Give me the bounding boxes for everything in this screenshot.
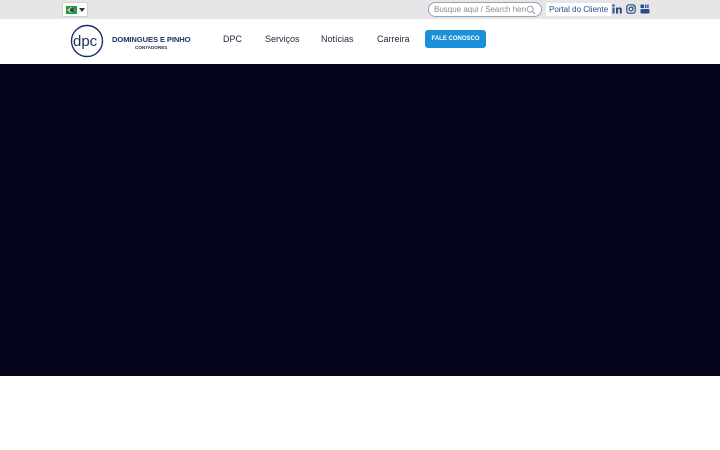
svg-text:dpc: dpc	[73, 33, 98, 50]
nav-item-servicos[interactable]: Serviços	[265, 34, 300, 44]
dpc-logo-mark: dpc	[70, 24, 104, 58]
client-portal-link[interactable]: Portal do Cliente	[546, 3, 612, 16]
nav-item-carreira[interactable]: Carreira	[377, 34, 410, 44]
top-utility-bar: Portal do Cliente	[0, 0, 720, 19]
nav-item-dpc[interactable]: DPC	[223, 34, 242, 44]
chevron-down-icon	[79, 7, 85, 12]
instagram-icon[interactable]	[626, 4, 636, 14]
youtube-icon[interactable]	[640, 4, 650, 14]
search-input[interactable]	[434, 5, 526, 14]
search-icon[interactable]	[526, 5, 536, 15]
contact-us-button[interactable]: FALE CONOSCO	[425, 30, 486, 48]
logo-subtitle: CONTADORES	[135, 45, 168, 50]
company-logo[interactable]: dpc DOMINGUES E PINHO CONTADORES	[70, 24, 195, 58]
logo-title: DOMINGUES E PINHO	[112, 35, 191, 44]
hero-banner	[0, 64, 720, 376]
language-selector[interactable]	[62, 2, 88, 17]
brazil-flag-icon	[66, 5, 77, 14]
page-body-blank	[0, 376, 720, 450]
linkedin-icon[interactable]	[612, 4, 622, 14]
search-box	[428, 2, 542, 17]
nav-item-noticias[interactable]: Notícias	[321, 34, 354, 44]
site-header: dpc DOMINGUES E PINHO CONTADORES DPC Ser…	[0, 19, 720, 64]
